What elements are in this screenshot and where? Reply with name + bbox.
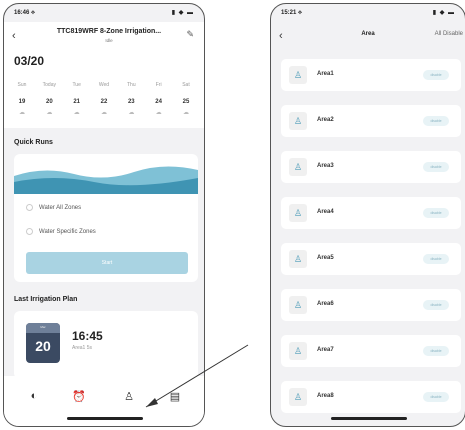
person-icon: ♙ xyxy=(289,204,307,222)
right-phone-screen: 15:21 ⟡ ▮ ◆ ▬ ‹ Area All Disable ♙ Area1… xyxy=(270,3,465,427)
area-name: Area6 xyxy=(317,301,334,307)
area-row[interactable]: ♙ Area1 disable xyxy=(281,59,461,91)
area-name: Area4 xyxy=(317,209,334,215)
all-disable-button[interactable]: All Disable xyxy=(435,31,463,37)
person-icon: ♙ xyxy=(289,158,307,176)
disable-button[interactable]: disable xyxy=(423,254,449,264)
area-row[interactable]: ♙ Area3 disable xyxy=(281,151,461,183)
person-icon: ♙ xyxy=(289,112,307,130)
home-indicator xyxy=(331,417,407,420)
area-row[interactable]: ♙ Area7 disable xyxy=(281,335,461,367)
person-icon: ♙ xyxy=(289,250,307,268)
area-row[interactable]: ♙ Area5 disable xyxy=(281,243,461,275)
disable-button[interactable]: disable xyxy=(423,208,449,218)
person-icon: ♙ xyxy=(289,296,307,314)
status-bar: 15:21 ⟡ ▮ ◆ ▬ xyxy=(271,8,465,20)
area-name: Area8 xyxy=(317,393,334,399)
person-icon: ♙ xyxy=(289,342,307,360)
area-name: Area7 xyxy=(317,347,334,353)
area-name: Area5 xyxy=(317,255,334,261)
area-header: ‹ Area All Disable xyxy=(271,22,465,50)
person-icon: ♙ xyxy=(289,388,307,406)
person-icon: ♙ xyxy=(289,66,307,84)
area-row[interactable]: ♙ Area6 disable xyxy=(281,289,461,321)
disable-button[interactable]: disable xyxy=(423,162,449,172)
status-time: 15:21 ⟡ xyxy=(281,10,302,16)
disable-button[interactable]: disable xyxy=(423,346,449,356)
status-icons: ▮ ◆ ▬ xyxy=(432,10,455,16)
area-row[interactable]: ♙ Area2 disable xyxy=(281,105,461,137)
disable-button[interactable]: disable xyxy=(423,392,449,402)
area-name: Area2 xyxy=(317,117,334,123)
area-row[interactable]: ♙ Area4 disable xyxy=(281,197,461,229)
area-name: Area1 xyxy=(317,71,334,77)
area-name: Area3 xyxy=(317,163,334,169)
disable-button[interactable]: disable xyxy=(423,116,449,126)
disable-button[interactable]: disable xyxy=(423,70,449,80)
disable-button[interactable]: disable xyxy=(423,300,449,310)
area-row[interactable]: ♙ Area8 disable xyxy=(281,381,461,413)
